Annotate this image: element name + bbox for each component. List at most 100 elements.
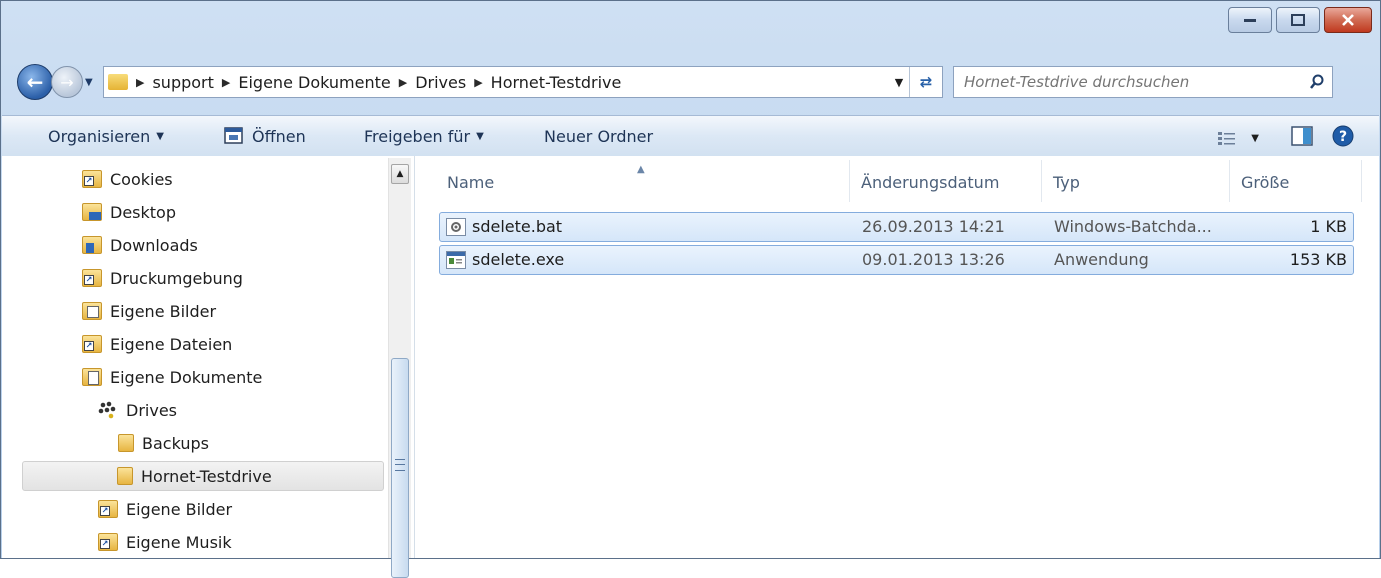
document-badge <box>88 371 99 385</box>
view-list-icon <box>1218 132 1236 145</box>
navigation-scrollbar[interactable]: ▲ <box>388 158 411 578</box>
search-box[interactable] <box>953 66 1333 98</box>
chevron-down-icon: ▼ <box>1251 132 1259 144</box>
forward-button[interactable]: → <box>51 66 83 98</box>
tree-item-label: Desktop <box>110 202 176 222</box>
gear-icon <box>451 222 461 232</box>
column-divider[interactable] <box>1041 160 1042 202</box>
tree-item-eigene-musik[interactable]: ↗ Eigene Musik <box>98 527 232 557</box>
file-row-sdelete-exe[interactable]: sdelete.exe 09.01.2013 13:26 Anwendung 1… <box>439 245 1354 275</box>
file-type: Anwendung <box>1054 250 1149 269</box>
search-input[interactable] <box>954 67 1302 97</box>
column-header-type[interactable]: Typ <box>1053 156 1080 208</box>
tree-item-label: Eigene Dokumente <box>110 367 263 387</box>
library-icon <box>98 401 116 419</box>
tree-item-eigene-dokumente[interactable]: Eigene Dokumente <box>82 362 262 392</box>
breadcrumb-hornet-testdrive[interactable]: Hornet-Testdrive <box>491 73 622 92</box>
address-bar[interactable]: ▶ support ▶ Eigene Dokumente ▶ Drives ▶ … <box>103 66 943 98</box>
tree-item-downloads[interactable]: Downloads <box>82 230 198 260</box>
tree-item-label: Druckumgebung <box>110 268 243 288</box>
address-history-dropdown[interactable]: ▼ <box>889 76 909 89</box>
back-button[interactable]: ← <box>17 64 53 100</box>
breadcrumb-support[interactable]: support <box>152 73 213 92</box>
column-divider[interactable] <box>1361 160 1362 202</box>
new-folder-button[interactable]: Neuer Ordner <box>544 127 653 146</box>
chevron-down-icon: ▼ <box>476 130 484 142</box>
application-icon <box>446 251 466 269</box>
shortcut-badge: ↗ <box>100 506 110 516</box>
close-icon <box>1342 14 1354 26</box>
column-name-label: Name <box>447 172 495 192</box>
chevron-right-icon[interactable]: ▶ <box>136 76 144 89</box>
explorer-window: ← → ▼ ▶ support ▶ Eigene Dokumente ▶ Dri… <box>0 0 1381 578</box>
tree-item-eigene-bilder[interactable]: Eigene Bilder <box>82 296 216 326</box>
folder-icon <box>117 467 133 485</box>
music-shortcut-icon: ↗ <box>98 533 118 551</box>
tree-item-hornet-testdrive[interactable]: Hornet-Testdrive <box>22 461 384 491</box>
tree-item-druckumgebung[interactable]: ↗ Druckumgebung <box>82 263 243 293</box>
preview-pane-button[interactable] <box>1291 126 1313 150</box>
shortcut-badge: ↗ <box>84 275 94 285</box>
refresh-icon: ⇄ <box>919 73 933 91</box>
file-row-sdelete-bat[interactable]: sdelete.bat 26.09.2013 14:21 Windows-Bat… <box>439 212 1354 242</box>
tree-item-drives[interactable]: Drives <box>98 395 177 425</box>
file-list-pane: ▲ Name Änderungsdatum Typ Größe sdelete.… <box>415 156 1379 558</box>
help-button[interactable]: ? <box>1331 124 1355 152</box>
shortcut-badge: ↗ <box>84 341 94 351</box>
chevron-right-icon[interactable]: ▶ <box>474 76 482 89</box>
main-area: ↗ Cookies Desktop Downloads ↗ Druckumgeb… <box>2 156 1379 578</box>
column-divider[interactable] <box>1229 160 1230 202</box>
maximize-button[interactable] <box>1276 7 1320 33</box>
chevron-right-icon[interactable]: ▶ <box>399 76 407 89</box>
column-type-label: Typ <box>1053 172 1080 192</box>
maximize-icon <box>1291 14 1305 26</box>
recent-pages-dropdown[interactable]: ▼ <box>85 77 97 88</box>
magnifier-glyph <box>1310 74 1324 89</box>
column-divider[interactable] <box>849 160 850 202</box>
tree-item-eigene-bilder-2[interactable]: ↗ Eigene Bilder <box>98 494 232 524</box>
column-header-name[interactable]: Name <box>447 156 494 208</box>
folder-icon <box>108 74 128 90</box>
documents-folder-icon <box>82 368 102 386</box>
batch-file-icon <box>446 218 466 236</box>
close-button[interactable] <box>1324 7 1372 33</box>
column-header-date[interactable]: Änderungsdatum <box>861 156 999 208</box>
view-controls: ▼ ? <box>1217 124 1355 152</box>
tree-item-cookies[interactable]: ↗ Cookies <box>82 164 173 194</box>
folder-shortcut-icon: ↗ <box>82 170 102 188</box>
minimize-button[interactable] <box>1228 7 1272 33</box>
command-bar: Organisieren ▼ Öffnen Freigeben für ▼ Neue… <box>2 115 1379 157</box>
tree-item-backups[interactable]: Backups <box>118 428 209 458</box>
download-arrow-badge <box>86 243 94 253</box>
tree-item-label: Eigene Dateien <box>110 334 233 354</box>
grip-icon <box>395 459 405 471</box>
folder-icon <box>118 434 134 452</box>
search-icon[interactable] <box>1302 74 1332 90</box>
scroll-up-button[interactable]: ▲ <box>391 164 409 184</box>
organize-label: Organisieren <box>48 126 151 146</box>
scroll-thumb[interactable] <box>391 358 409 578</box>
shortcut-badge: ↗ <box>84 176 94 186</box>
open-button[interactable]: Öffnen <box>224 127 306 146</box>
tree-item-desktop[interactable]: Desktop <box>82 197 176 227</box>
sort-ascending-icon: ▲ <box>637 164 645 175</box>
refresh-button[interactable]: ⇄ <box>909 67 942 97</box>
tree-item-label: Eigene Musik <box>126 532 232 552</box>
organize-menu[interactable]: Organisieren ▼ <box>48 127 164 146</box>
window-glyph <box>447 252 465 264</box>
share-menu[interactable]: Freigeben für ▼ <box>364 127 484 146</box>
caption-buttons <box>1228 7 1372 33</box>
chevron-right-icon[interactable]: ▶ <box>222 76 230 89</box>
chevron-up-icon: ▲ <box>396 169 404 179</box>
breadcrumb-eigene-dokumente[interactable]: Eigene Dokumente <box>238 73 390 92</box>
help-icon: ? <box>1332 125 1354 147</box>
breadcrumb-drives[interactable]: Drives <box>415 73 466 92</box>
new-folder-label: Neuer Ordner <box>544 126 654 146</box>
picture-badge <box>87 306 99 318</box>
tree-item-label: Downloads <box>110 235 198 255</box>
desktop-folder-icon <box>82 203 102 221</box>
column-header-size[interactable]: Größe <box>1241 156 1289 208</box>
view-options-button[interactable]: ▼ <box>1217 130 1259 146</box>
tree-item-eigene-dateien[interactable]: ↗ Eigene Dateien <box>82 329 232 359</box>
tree-item-label: Eigene Bilder <box>110 301 217 321</box>
